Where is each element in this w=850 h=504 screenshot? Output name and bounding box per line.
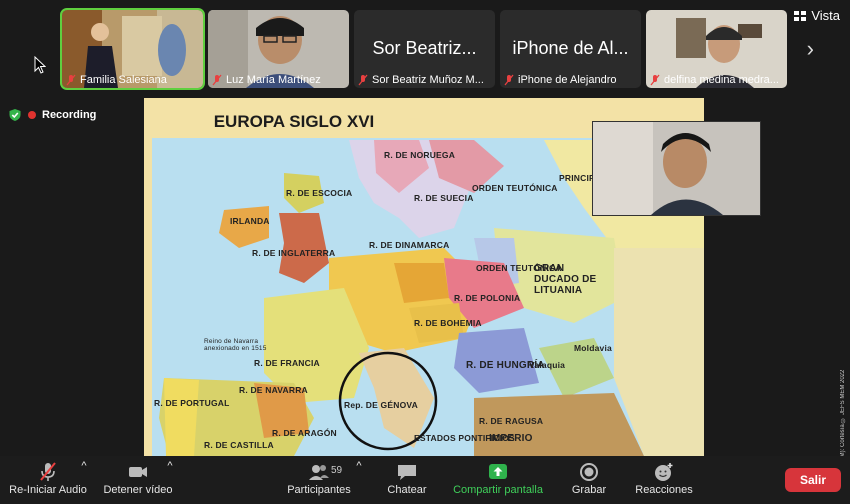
- participants-icon: [309, 465, 329, 480]
- participant-tile-sor-beatriz[interactable]: Sor Beatriz... Sor Beatriz Muñoz M...: [354, 10, 495, 88]
- next-page-icon[interactable]: ›: [807, 36, 814, 62]
- view-label: Vista: [811, 8, 840, 23]
- meeting-toolbar: Re-Iniciar Audio ^ Detener vídeo ^ Parti…: [0, 456, 850, 504]
- map-title: EUROPA SIGLO XVI: [213, 112, 375, 131]
- mouse-cursor-icon: [34, 56, 46, 74]
- map-label: R. DE SUECIA: [414, 193, 474, 203]
- map-label: Rep. DE GÉNOVA: [344, 400, 418, 410]
- record-icon: [580, 463, 598, 481]
- participant-strip: Familia Salesiana Luz María Martínez Sor…: [0, 0, 850, 96]
- map-label: Reino de Navarra anexionado en 1515: [204, 338, 267, 352]
- map-label: GRAN DUCADO DE LITUANIA: [534, 263, 597, 296]
- map-label: Moldavia: [574, 343, 612, 353]
- participants-button[interactable]: Participantes: [282, 460, 356, 496]
- video-options-chevron-icon[interactable]: ^: [166, 460, 174, 472]
- share-screen-button[interactable]: Compartir pantalla: [448, 460, 548, 496]
- participant-tile-iphone-alejandro[interactable]: iPhone de Al... iPhone de Alejandro: [500, 10, 641, 88]
- participant-name: Familia Salesiana: [62, 72, 203, 88]
- mic-muted-icon: [66, 74, 76, 86]
- audio-options-chevron-icon[interactable]: ^: [80, 460, 88, 472]
- participant-name: delfina medina medra...: [646, 72, 787, 88]
- speaker-video[interactable]: [592, 121, 761, 216]
- leave-button[interactable]: Salir: [785, 468, 841, 492]
- chat-label: Chatear: [387, 484, 427, 496]
- participant-tile-luz-maria[interactable]: Luz María Martínez: [208, 10, 349, 88]
- map-label: ORDEN TEUTÓNICA: [472, 183, 558, 193]
- reactions-label: Reacciones: [635, 484, 693, 496]
- recording-dot-icon: [28, 111, 36, 119]
- share-screen-icon: [489, 464, 507, 479]
- recording-label: Recording: [42, 109, 97, 121]
- chat-bubble-icon: [398, 465, 416, 480]
- emoji-plus-icon: [655, 463, 673, 481]
- grid-view-icon: [794, 10, 807, 21]
- mic-muted-icon: [358, 74, 368, 86]
- map-label: ESTADOS PONTIFICIOS: [414, 433, 515, 443]
- video-label: Detener vídeo: [103, 484, 173, 496]
- participant-name: Luz María Martínez: [208, 72, 349, 88]
- audio-label: Re-Iniciar Audio: [9, 484, 87, 496]
- participant-tile-familia-salesiana[interactable]: Familia Salesiana: [60, 8, 205, 90]
- map-label: R. DE DINAMARCA: [369, 240, 450, 250]
- mic-muted-icon: [40, 462, 56, 481]
- record-label: Grabar: [571, 484, 607, 496]
- map-label: R. DE RAGUSA: [479, 416, 544, 426]
- map-label: IRLANDA: [230, 216, 270, 226]
- chat-button[interactable]: Chatear: [382, 460, 432, 496]
- map-label: R. DE CASTILLA: [204, 440, 274, 450]
- participants-options-chevron-icon[interactable]: ^: [355, 460, 363, 472]
- mic-muted-icon: [212, 74, 222, 86]
- map-label: R. DE NORUEGA: [384, 150, 456, 160]
- participant-tile-delfina-medina[interactable]: delfina medina medra...: [646, 10, 787, 88]
- audio-button[interactable]: Re-Iniciar Audio: [6, 460, 90, 496]
- mic-muted-icon: [504, 74, 514, 86]
- participant-display-name: Sor Beatriz...: [372, 38, 477, 58]
- record-button[interactable]: Grabar: [566, 460, 612, 496]
- shield-check-icon: [9, 109, 21, 121]
- map-label: R. DE BOHEMIA: [414, 318, 482, 328]
- map-label: R. DE NAVARRA: [239, 385, 308, 395]
- participant-display-name: iPhone de Al...: [512, 38, 629, 58]
- participant-name: iPhone de Alejandro: [500, 72, 641, 88]
- video-camera-icon: [129, 467, 147, 477]
- participants-count: 59: [331, 465, 343, 476]
- speaker-video-image: [593, 122, 760, 215]
- map-label: R. DE ESCOCIA: [286, 188, 353, 198]
- participant-name: Sor Beatriz Muñoz M...: [354, 72, 495, 88]
- reactions-button[interactable]: Reacciones: [630, 460, 698, 496]
- map-label: R. DE PORTUGAL: [154, 398, 230, 408]
- video-button[interactable]: Detener vídeo: [100, 460, 176, 496]
- share-screen-label: Compartir pantalla: [453, 484, 543, 496]
- recording-indicator[interactable]: Recording: [8, 108, 96, 122]
- mic-muted-icon: [650, 74, 660, 86]
- participants-label: Participantes: [287, 484, 351, 496]
- map-label: Valaquia: [529, 360, 566, 370]
- map-label: R. DE INGLATERRA: [252, 248, 336, 258]
- map-label: R. DE POLONIA: [454, 293, 521, 303]
- map-label: R. DE FRANCIA: [254, 358, 320, 368]
- view-button[interactable]: Vista: [794, 8, 840, 23]
- map-label: R. DE ARAGÓN: [272, 428, 337, 438]
